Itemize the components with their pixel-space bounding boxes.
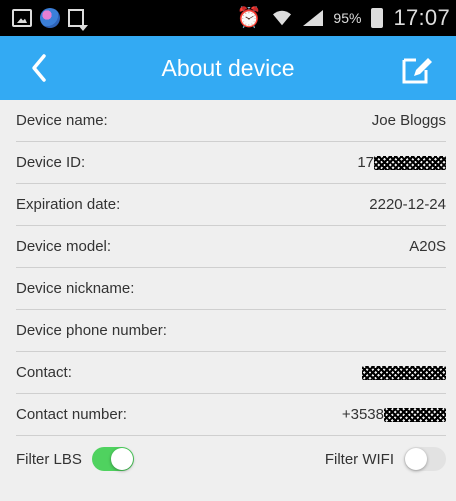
- alarm-icon: ⏰: [236, 7, 262, 29]
- row-contact: Contact:: [16, 352, 446, 394]
- clock: 17:07: [393, 5, 450, 30]
- battery-charging-icon: [371, 8, 384, 28]
- page-title: About device: [161, 54, 295, 81]
- chevron-left-icon[interactable]: [28, 52, 50, 84]
- row-contact-number: Contact number: +3538: [16, 394, 446, 436]
- filter-wifi: Filter WIFI: [325, 447, 446, 471]
- redacted-mark: [374, 156, 446, 171]
- redacted-mark: [384, 408, 446, 423]
- battery-percent: 95%: [333, 10, 362, 26]
- row-expiration-date: Expiration date: 2220-12-24: [16, 184, 446, 226]
- row-device-id: Device ID: 17: [16, 142, 446, 184]
- device-id-label: Device ID:: [16, 154, 86, 171]
- contact-number-label: Contact number:: [16, 406, 127, 423]
- status-bar-right: ⏰ 95% 17:07: [237, 5, 451, 31]
- contact-value: [362, 364, 446, 381]
- expiration-date-value: 2220-12-24: [369, 196, 446, 213]
- device-model-value: A20S: [409, 238, 446, 255]
- device-phone-number-label: Device phone number:: [16, 322, 167, 339]
- status-bar-left: [12, 8, 88, 31]
- redacted-mark: [362, 366, 446, 381]
- row-device-name: Device name: Joe Bloggs: [16, 100, 446, 142]
- wifi-icon: [273, 10, 292, 26]
- device-name-label: Device name:: [16, 112, 108, 129]
- filter-row: Filter LBS Filter WIFI: [16, 436, 446, 482]
- filter-lbs: Filter LBS: [16, 447, 134, 471]
- device-info-list: Device name: Joe Bloggs Device ID: 17 Ex…: [0, 100, 456, 482]
- contact-label: Contact:: [16, 364, 72, 381]
- filter-wifi-label: Filter WIFI: [324, 450, 394, 468]
- device-nickname-label: Device nickname:: [16, 280, 135, 297]
- contact-number-value: +3538: [342, 406, 446, 423]
- edit-icon[interactable]: [400, 52, 434, 86]
- device-id-prefix: 17: [357, 154, 374, 171]
- toggle-knob: [110, 448, 133, 470]
- filter-lbs-toggle[interactable]: [91, 447, 134, 471]
- filter-wifi-toggle[interactable]: [404, 447, 446, 471]
- gallery-icon: [12, 9, 32, 27]
- signal-icon: [303, 10, 324, 26]
- download-icon: [68, 9, 88, 31]
- filter-lbs-label: Filter LBS: [16, 450, 82, 468]
- device-name-value: Joe Bloggs: [371, 112, 446, 129]
- browser-globe-icon: [40, 8, 60, 28]
- app-bar: About device: [0, 36, 456, 100]
- row-device-phone-number: Device phone number:: [16, 310, 446, 352]
- device-id-value: 17: [357, 154, 446, 171]
- toggle-knob: [405, 448, 427, 470]
- status-bar: ⏰ 95% 17:07: [0, 0, 456, 36]
- row-device-model: Device model: A20S: [16, 226, 446, 268]
- expiration-date-label: Expiration date:: [16, 196, 121, 213]
- row-device-nickname: Device nickname:: [16, 268, 446, 310]
- device-model-label: Device model:: [16, 238, 112, 255]
- contact-number-prefix: +3538: [341, 406, 384, 423]
